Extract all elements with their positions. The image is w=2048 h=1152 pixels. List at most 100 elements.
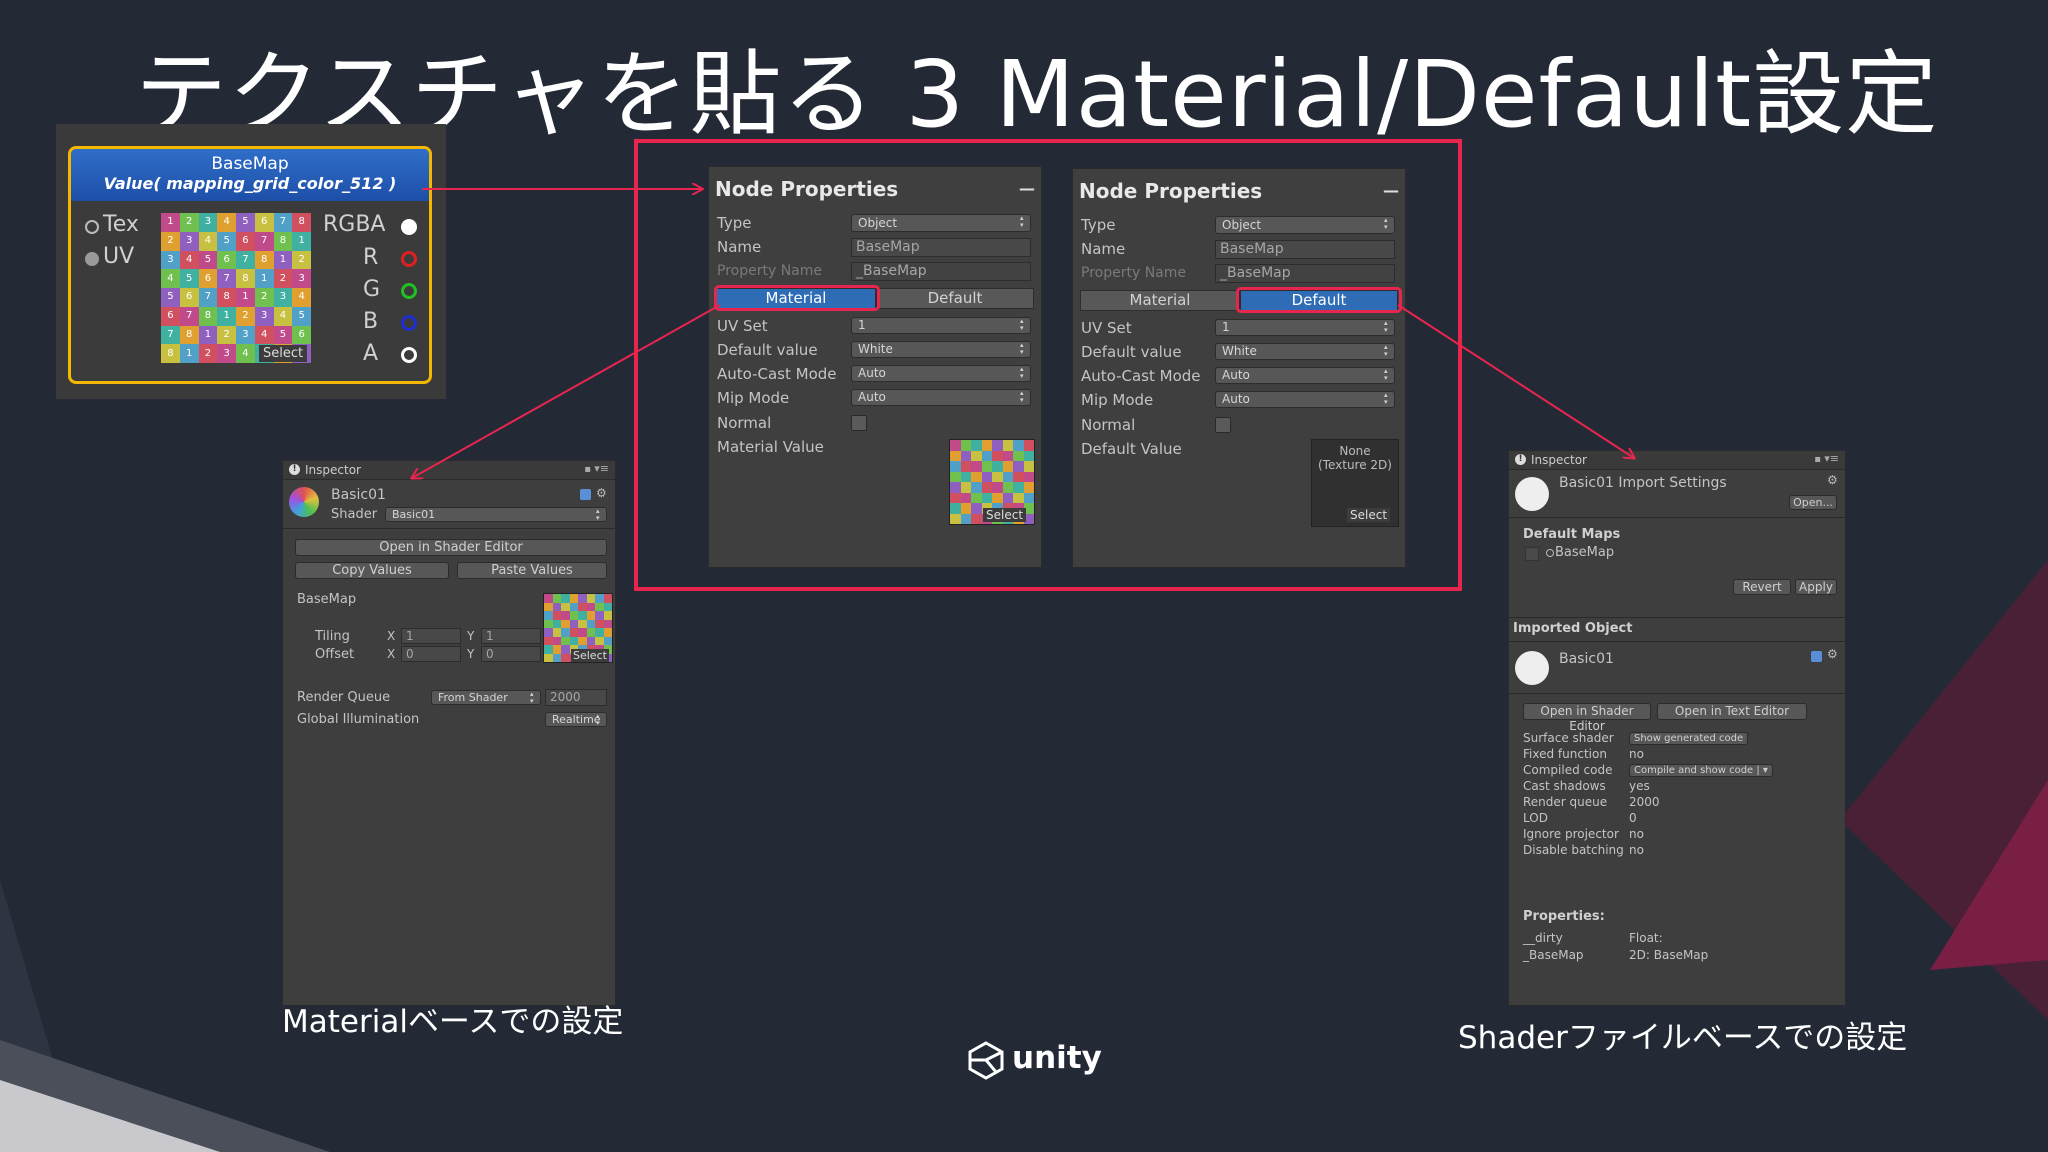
grid-cell: 2: [586, 628, 595, 637]
menu-icon[interactable]: ▾≡: [594, 462, 609, 475]
open-in-text-editor-button[interactable]: Open in Text Editor: [1657, 703, 1807, 720]
apply-button[interactable]: Apply: [1795, 579, 1837, 595]
node-header[interactable]: BaseMap Value( mapping_grid_color_512 ): [71, 149, 429, 201]
collapse-icon[interactable]: —: [1383, 181, 1399, 200]
offset-y-field[interactable]: 0: [481, 646, 541, 662]
grid-cell: 3: [1013, 482, 1024, 493]
default-value-dropdown[interactable]: White: [1215, 343, 1395, 360]
grid-cell: 6: [971, 471, 982, 482]
render-queue-label: Render Queue: [297, 690, 391, 705]
default-value-select-button[interactable]: Select: [1347, 508, 1391, 522]
basemap-select-button[interactable]: Select: [571, 649, 609, 662]
unity-wordmark: unity: [1012, 1040, 1102, 1076]
grid-cell: 3: [950, 461, 961, 472]
grid-cell: 7: [578, 611, 587, 620]
name-field[interactable]: BaseMap: [851, 238, 1031, 257]
copy-values-button[interactable]: Copy Values: [295, 562, 449, 579]
grid-cell: 8: [960, 503, 971, 514]
grid-cell: 1: [960, 513, 971, 524]
global-illumination-dropdown[interactable]: Realtime: [545, 712, 607, 727]
normal-label: Normal: [717, 414, 772, 432]
normal-checkbox[interactable]: [1215, 417, 1231, 433]
property-name-field: _BaseMap: [1215, 264, 1395, 283]
grid-cell: 2: [992, 492, 1003, 503]
shader-label: Shader: [331, 507, 378, 522]
lock-icon[interactable]: ▪: [584, 464, 591, 475]
open-button[interactable]: Open...: [1789, 495, 1837, 510]
grid-cell: 2: [217, 325, 236, 345]
grid-cell: 5: [971, 461, 982, 472]
tiling-y-field[interactable]: 1: [481, 628, 541, 644]
revert-button[interactable]: Revert: [1733, 579, 1791, 595]
grid-cell: 6: [179, 288, 199, 307]
grid-cell: 8: [236, 269, 255, 288]
section-divider: [1509, 693, 1845, 694]
shader-property-type: 2D: BaseMap: [1629, 948, 1709, 962]
default-value-dropdown[interactable]: White: [851, 341, 1031, 358]
tex-port-icon[interactable]: [85, 220, 99, 234]
help-icon[interactable]: [1811, 651, 1822, 662]
shader-info-button[interactable]: Compile and show code | ▾: [1629, 764, 1773, 777]
grid-cell: 4: [603, 628, 612, 637]
grid-cell: 2: [1002, 482, 1013, 493]
grid-cell: 6: [254, 213, 274, 232]
grid-cell: 8: [273, 231, 293, 251]
tab-default[interactable]: Default: [876, 288, 1034, 309]
gear-icon[interactable]: ⚙: [1827, 473, 1838, 487]
shader-info-value: no: [1629, 843, 1644, 857]
r-port-icon[interactable]: [401, 251, 417, 267]
grid-cell: 6: [992, 450, 1003, 461]
open-in-shader-editor-button[interactable]: Open in Shader Editor: [295, 539, 607, 556]
grid-cell: 1: [578, 628, 587, 637]
b-port-icon[interactable]: [401, 315, 417, 331]
normal-checkbox[interactable]: [851, 415, 867, 431]
grid-cell: 3: [960, 450, 971, 461]
object-picker-icon[interactable]: [1546, 549, 1554, 557]
tab-material[interactable]: Material: [1080, 290, 1240, 311]
open-in-shader-editor-button[interactable]: Open in Shader Editor: [1523, 703, 1651, 733]
g-port-icon[interactable]: [401, 283, 417, 299]
help-icon[interactable]: [580, 489, 591, 500]
rgba-port-icon[interactable]: [401, 219, 417, 235]
uv-port-icon[interactable]: [85, 252, 99, 266]
gear-icon[interactable]: ⚙: [596, 486, 607, 500]
inspector-tab[interactable]: Inspector: [1531, 453, 1587, 467]
uv-set-dropdown[interactable]: 1: [1215, 319, 1395, 336]
grid-cell: 8: [586, 611, 595, 620]
mip-mode-dropdown[interactable]: Auto: [851, 389, 1031, 406]
shader-info-button[interactable]: Show generated code: [1629, 732, 1749, 745]
grid-cell: 4: [595, 636, 604, 645]
texture-slot-icon[interactable]: [1525, 547, 1539, 561]
material-value-select-button[interactable]: Select: [983, 508, 1027, 522]
grid-cell: 1: [544, 594, 553, 603]
shader-dropdown[interactable]: Basic01: [385, 507, 607, 522]
grid-cell: 2: [595, 619, 604, 628]
gear-icon[interactable]: ⚙: [1827, 647, 1838, 661]
shader-info-value: 2000: [1629, 795, 1660, 809]
uv-set-dropdown[interactable]: 1: [851, 317, 1031, 334]
lock-icon[interactable]: ▪: [1814, 454, 1821, 465]
render-queue-field[interactable]: 2000: [545, 689, 607, 706]
shader-node-area: BaseMap Value( mapping_grid_color_512 ) …: [56, 124, 446, 399]
name-field[interactable]: BaseMap: [1215, 240, 1395, 259]
render-queue-dropdown[interactable]: From Shader: [431, 690, 541, 705]
grid-cell: 1: [254, 269, 274, 288]
collapse-icon[interactable]: —: [1019, 179, 1035, 198]
node-select-button[interactable]: Select: [259, 345, 308, 362]
auto-cast-dropdown[interactable]: Auto: [1215, 367, 1395, 384]
tiling-x-field[interactable]: 1: [401, 628, 461, 644]
auto-cast-dropdown[interactable]: Auto: [851, 365, 1031, 382]
a-port-icon[interactable]: [401, 347, 417, 363]
mip-mode-dropdown[interactable]: Auto: [1215, 391, 1395, 408]
grid-cell: 3: [198, 213, 218, 232]
inspector-tab[interactable]: Inspector: [305, 463, 361, 477]
menu-icon[interactable]: ▾≡: [1824, 452, 1839, 465]
paste-values-button[interactable]: Paste Values: [457, 562, 607, 579]
basemap-node[interactable]: BaseMap Value( mapping_grid_color_512 ) …: [68, 146, 432, 384]
grid-cell: 6: [161, 306, 180, 326]
tiling-x-label: X: [387, 629, 396, 643]
grid-cell: 1: [552, 653, 561, 662]
type-dropdown[interactable]: Object: [1215, 216, 1395, 234]
type-dropdown[interactable]: Object: [851, 214, 1031, 232]
offset-x-field[interactable]: 0: [401, 646, 461, 662]
